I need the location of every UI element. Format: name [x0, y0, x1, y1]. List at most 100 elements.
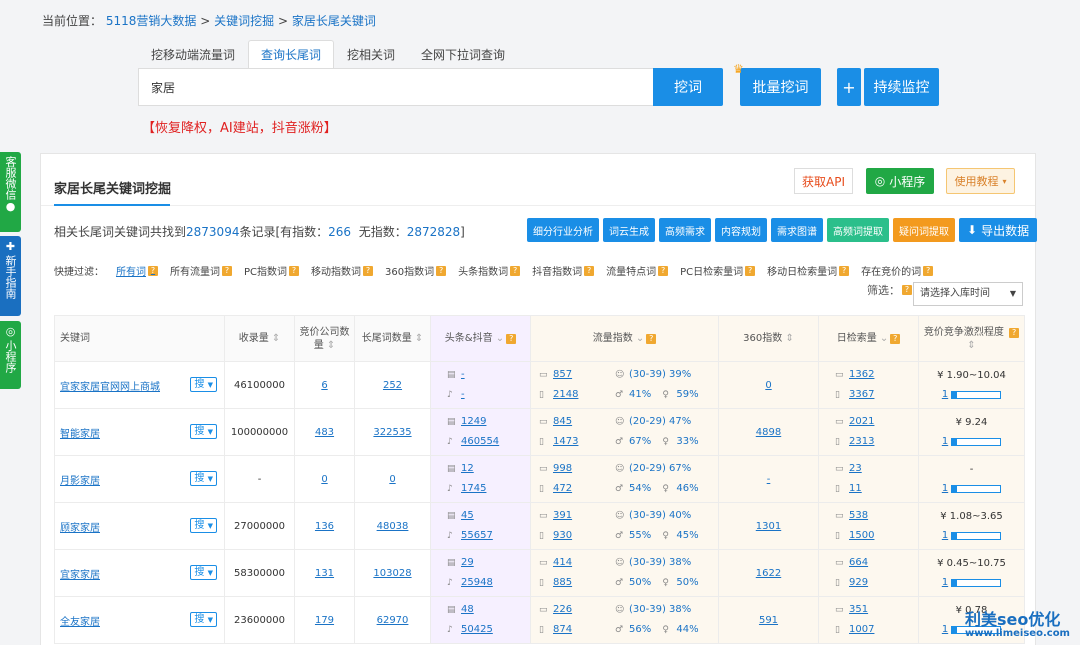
- daily-mobile-link[interactable]: 2313: [849, 436, 874, 447]
- date-select[interactable]: 请选择入库时间 ▼: [913, 282, 1023, 306]
- search-dropdown-button[interactable]: 搜 ▼: [190, 424, 217, 439]
- longtail-link[interactable]: 322535: [373, 427, 411, 438]
- header-keyword[interactable]: 关键词: [54, 315, 225, 362]
- mobile-flow-link[interactable]: 1473: [553, 436, 578, 447]
- header-flow[interactable]: 流量指数 ⌄?: [530, 315, 719, 362]
- bid-link[interactable]: 131: [315, 568, 334, 579]
- longtail-link[interactable]: 103028: [373, 568, 411, 579]
- pc-flow-link[interactable]: 391: [553, 510, 572, 521]
- daily-pc-link[interactable]: 538: [849, 510, 868, 521]
- breadcrumb-item-keyword-mining[interactable]: 关键词挖掘: [214, 14, 274, 28]
- longtail-link[interactable]: 62970: [377, 615, 409, 626]
- douyin-link[interactable]: 460554: [461, 436, 499, 447]
- pc-flow-link[interactable]: 414: [553, 557, 572, 568]
- header-records[interactable]: 收录量 ⇕: [224, 315, 295, 362]
- bid-link[interactable]: 483: [315, 427, 334, 438]
- longtail-link[interactable]: 252: [383, 380, 402, 391]
- competition-level[interactable]: 1: [942, 432, 948, 451]
- index360-link[interactable]: 591: [759, 615, 778, 626]
- mini-program-button[interactable]: ◎ 小程序: [866, 168, 934, 194]
- tab-longtail[interactable]: 查询长尾词: [248, 40, 335, 69]
- high-freq-extract-button[interactable]: 高频词提取: [827, 218, 889, 242]
- douyin-link[interactable]: 50425: [461, 624, 493, 635]
- keyword-link[interactable]: 智能家居: [60, 429, 100, 440]
- bid-link[interactable]: 0: [321, 474, 327, 485]
- competition-level[interactable]: 1: [942, 573, 948, 592]
- competition-level[interactable]: 1: [942, 526, 948, 545]
- industry-analysis-button[interactable]: 细分行业分析: [527, 218, 599, 242]
- sidebar-guide[interactable]: ✚ 新手指南: [0, 236, 21, 316]
- filter-bidding[interactable]: 存在竞价的词?: [861, 263, 934, 278]
- longtail-link[interactable]: 0: [389, 474, 395, 485]
- daily-pc-link[interactable]: 2021: [849, 416, 874, 427]
- batch-dig-button[interactable]: 批量挖词: [740, 68, 821, 106]
- keyword-link[interactable]: 月影家居: [60, 476, 100, 487]
- search-dropdown-button[interactable]: 搜 ▼: [190, 377, 217, 392]
- daily-mobile-link[interactable]: 1007: [849, 624, 874, 635]
- tab-dropdown[interactable]: 全网下拉词查询: [408, 40, 518, 69]
- breadcrumb-item-current[interactable]: 家居长尾关键词: [292, 14, 376, 28]
- get-api-button[interactable]: 获取API: [794, 168, 853, 194]
- daily-mobile-link[interactable]: 1500: [849, 530, 874, 541]
- daily-mobile-link[interactable]: 929: [849, 577, 868, 588]
- toutiao-link[interactable]: 29: [461, 557, 474, 568]
- header-longtail[interactable]: 长尾词数量 ⇕: [354, 315, 431, 362]
- keyword-link[interactable]: 宜家家居: [60, 570, 100, 581]
- header-daily[interactable]: 日检索量 ⌄?: [818, 315, 919, 362]
- keyword-link[interactable]: 全友家居: [60, 617, 100, 628]
- filter-pc-daily[interactable]: PC日检索量词?: [680, 263, 756, 278]
- sidebar-wechat[interactable]: 客服微信 ●: [0, 152, 21, 232]
- search-dropdown-button[interactable]: 搜 ▼: [190, 518, 217, 533]
- filter-mobile-daily[interactable]: 移动日检索量词?: [767, 263, 850, 278]
- tab-related[interactable]: 挖相关词: [334, 40, 408, 69]
- tutorial-button[interactable]: 使用教程 ▾: [946, 168, 1015, 194]
- search-dropdown-button[interactable]: 搜 ▼: [190, 612, 217, 627]
- pc-flow-link[interactable]: 845: [553, 416, 572, 427]
- toutiao-link[interactable]: 48: [461, 604, 474, 615]
- sidebar-mini-program[interactable]: ◎ 小程序: [0, 321, 21, 389]
- douyin-link[interactable]: 55657: [461, 530, 493, 541]
- filter-flow-feature[interactable]: 流量特点词?: [606, 263, 669, 278]
- index360-link[interactable]: 1622: [756, 568, 781, 579]
- filter-all-flow[interactable]: 所有流量词?: [170, 263, 232, 278]
- filter-toutiao-index[interactable]: 头条指数词?: [458, 263, 521, 278]
- filter-pc-index[interactable]: PC指数词?: [244, 263, 300, 278]
- daily-mobile-link[interactable]: 3367: [849, 389, 874, 400]
- daily-pc-link[interactable]: 664: [849, 557, 868, 568]
- toutiao-link[interactable]: -: [461, 369, 465, 380]
- pc-flow-link[interactable]: 998: [553, 463, 572, 474]
- breadcrumb-item-home[interactable]: 5118营销大数据: [106, 14, 197, 28]
- search-dropdown-button[interactable]: 搜 ▼: [190, 471, 217, 486]
- content-plan-button[interactable]: 内容规划: [715, 218, 767, 242]
- header-competition[interactable]: 竞价竞争激烈程度 ? ⇕: [918, 315, 1025, 362]
- index360-link[interactable]: 4898: [756, 427, 781, 438]
- dig-button[interactable]: 挖词: [653, 68, 723, 106]
- keyword-link[interactable]: 顾家家居: [60, 523, 100, 534]
- mobile-flow-link[interactable]: 930: [553, 530, 572, 541]
- mobile-flow-link[interactable]: 874: [553, 624, 572, 635]
- mobile-flow-link[interactable]: 2148: [553, 389, 578, 400]
- filter-mobile-index[interactable]: 移动指数词?: [311, 263, 374, 278]
- question-extract-button[interactable]: 疑问词提取: [893, 218, 955, 242]
- douyin-link[interactable]: -: [461, 389, 465, 400]
- high-freq-demand-button[interactable]: 高频需求: [659, 218, 711, 242]
- toutiao-link[interactable]: 1249: [461, 416, 486, 427]
- longtail-link[interactable]: 48038: [377, 521, 409, 532]
- bid-link[interactable]: 6: [321, 380, 327, 391]
- mobile-flow-link[interactable]: 885: [553, 577, 572, 588]
- promo-link[interactable]: 【恢复降权，AI建站，抖音涨粉】: [142, 117, 337, 136]
- toutiao-link[interactable]: 12: [461, 463, 474, 474]
- bid-link[interactable]: 179: [315, 615, 334, 626]
- add-monitor-button[interactable]: +: [837, 68, 861, 106]
- filter-360-index[interactable]: 360指数词?: [385, 263, 447, 278]
- competition-level[interactable]: 1: [942, 620, 948, 639]
- header-360[interactable]: 360指数 ⇕: [718, 315, 819, 362]
- search-dropdown-button[interactable]: 搜 ▼: [190, 565, 217, 580]
- demand-graph-button[interactable]: 需求图谱: [771, 218, 823, 242]
- index360-link[interactable]: -: [767, 474, 771, 485]
- filter-douyin-index[interactable]: 抖音指数词?: [532, 263, 595, 278]
- daily-pc-link[interactable]: 1362: [849, 369, 874, 380]
- header-bid-companies[interactable]: 竞价公司数量 ⇕: [294, 315, 355, 362]
- competition-level[interactable]: 1: [942, 479, 948, 498]
- filter-all[interactable]: 所有词?: [116, 263, 158, 278]
